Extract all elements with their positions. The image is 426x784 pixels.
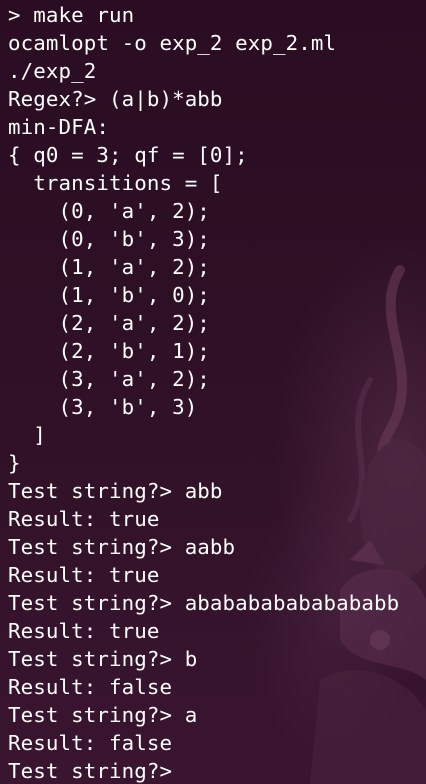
terminal-line: Result: false [8,729,426,757]
terminal-line: ] [8,421,426,449]
terminal-line: ./exp_2 [8,57,426,85]
terminal-line-text: (3, 'a', 2); [8,367,210,391]
terminal-line-text: (0, 'a', 2); [8,199,210,223]
terminal-line: Regex?> (a|b)*abb [8,85,426,113]
terminal-line-text: (2, 'a', 2); [8,311,210,335]
terminal-line: Test string?> abb [8,477,426,505]
terminal-line-text: > make run [8,3,135,27]
terminal-line-text: ] [8,423,46,447]
terminal-line-text: (3, 'b', 3) [8,395,198,419]
terminal-line: (0, 'a', 2); [8,197,426,225]
terminal-line-text: Result: false [8,731,173,755]
terminal-line: Result: true [8,561,426,589]
terminal-line: (3, 'b', 3) [8,393,426,421]
terminal-line: Result: true [8,505,426,533]
terminal-line-text: (2, 'b', 1); [8,339,210,363]
terminal-output: > make run ocamlopt -o exp_2 exp_2.ml ./ex… [8,1,426,784]
terminal-line: > make run [8,1,426,29]
terminal-line-text: (0, 'b', 3); [8,227,210,251]
terminal-line: Test string?> aabb [8,533,426,561]
terminal-line: { q0 = 3; qf = [0]; [8,141,426,169]
terminal-line-text: Test string?> a [8,703,198,727]
terminal-line-text: Result: true [8,507,160,531]
terminal-line-text: Test string?> aabb [8,535,236,559]
terminal-prompt-line: Test string?> [8,757,426,784]
terminal-line-text: min-DFA: [8,115,109,139]
terminal-line-text: Result: false [8,675,173,699]
terminal-line: Test string?> b [8,645,426,673]
terminal-line: Result: true [8,617,426,645]
terminal-line-text: Test string?> b [8,647,198,671]
terminal-line-text: Result: true [8,619,160,643]
terminal-line: (3, 'a', 2); [8,365,426,393]
terminal-line-text: transitions = [ [8,171,223,195]
terminal-line: (1, 'b', 0); [8,281,426,309]
terminal-line: (0, 'b', 3); [8,225,426,253]
terminal-line-text: Test string?> ababababababababb [8,591,400,615]
terminal-line: Test string?> a [8,701,426,729]
terminal-line-text: Result: true [8,563,160,587]
terminal-line: Test string?> ababababababababb [8,589,426,617]
terminal-line-text: (1, 'b', 0); [8,283,210,307]
terminal-line-text: Regex?> (a|b)*abb [8,87,223,111]
terminal-line-text: ocamlopt -o exp_2 exp_2.ml [8,31,337,55]
terminal-line-text: Test string?> [8,759,185,783]
terminal-line: transitions = [ [8,169,426,197]
terminal-line: } [8,449,426,477]
terminal-line: min-DFA: [8,113,426,141]
terminal-line: ocamlopt -o exp_2 exp_2.ml [8,29,426,57]
terminal-line: (2, 'a', 2); [8,309,426,337]
terminal-line-text: { q0 = 3; qf = [0]; [8,143,248,167]
terminal-line-text: (1, 'a', 2); [8,255,210,279]
terminal-window[interactable]: > make run ocamlopt -o exp_2 exp_2.ml ./ex… [0,0,426,784]
terminal-cursor[interactable] [185,759,197,781]
terminal-line: (1, 'a', 2); [8,253,426,281]
terminal-line-text: } [8,451,21,475]
terminal-line: Result: false [8,673,426,701]
terminal-line: (2, 'b', 1); [8,337,426,365]
terminal-line-text: ./exp_2 [8,59,97,83]
terminal-line-text: Test string?> abb [8,479,223,503]
